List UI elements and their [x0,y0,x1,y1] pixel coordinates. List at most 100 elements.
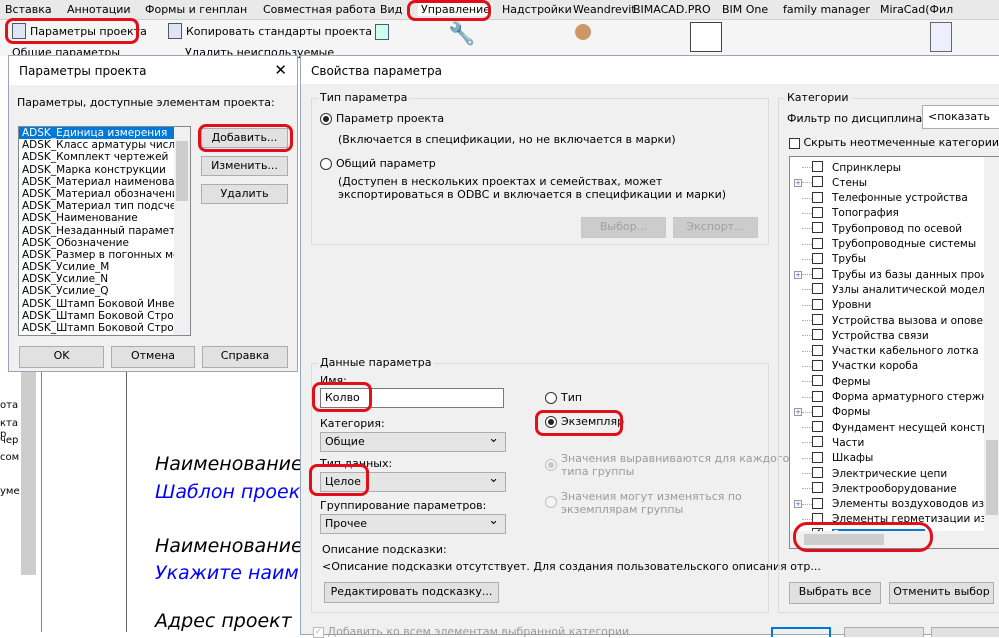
param-list-item[interactable]: ADSK_Незаданный параметр [19,225,174,237]
expand-icon[interactable]: + [794,178,802,187]
browser-item[interactable]: уме [0,486,20,497]
category-checkbox[interactable] [812,222,823,234]
param-list-item[interactable]: ADSK_Штамп Боковой Инвента [19,298,174,310]
categories-tree[interactable]: Спринклеры + Стены Телефонные устройства Топ… [789,156,999,549]
browser-scrollbar[interactable] [21,370,36,575]
param-list-item[interactable]: ADSK_Обозначение [19,237,174,249]
category-checkbox[interactable] [812,237,823,249]
param-list-item[interactable]: ADSK_Усилие_M [19,261,174,273]
vary-radio[interactable] [545,496,557,508]
cancel-button[interactable]: Отмена [111,346,195,368]
grouping-select[interactable]: Прочее [320,513,506,534]
deselect-button[interactable]: Отменить выбор [889,582,994,604]
tab-item[interactable]: BIM One [722,3,768,16]
shared-param-radio[interactable] [320,158,332,170]
ribbon-tabs: Вставка Аннотации Формы и генплан Совместна… [0,0,999,20]
param-list-item[interactable]: ADSK_Усилие_N [19,273,174,285]
category-label: Трубопровод по осевой [832,222,963,235]
cancel-button[interactable] [844,627,924,637]
list-scrollbar[interactable] [174,127,190,335]
help-button[interactable]: Справка [202,346,288,368]
expand-icon[interactable]: + [794,408,802,417]
param-list-item[interactable]: ADSK_Материал наименование [19,176,174,188]
tab-item[interactable]: Совместная работа [263,3,376,16]
browser-item[interactable]: сомг [0,452,20,463]
tab-item[interactable]: Weandrevit [573,3,636,16]
expand-icon[interactable]: + [794,500,802,509]
category-checkbox[interactable] [812,344,823,356]
delete-button[interactable]: Удалить [201,184,288,204]
param-list-item[interactable]: ADSK_Класс арматуры число [19,139,174,151]
list-icon[interactable] [690,22,722,52]
tab-item[interactable]: MiraCad(Фил [880,3,953,16]
category-checkbox[interactable] [812,298,823,310]
category-select[interactable]: Общие [320,431,506,452]
category-checkbox[interactable] [812,375,823,387]
category-checkbox[interactable] [812,329,823,341]
filter-select[interactable]: <показать [922,105,999,129]
tab-item[interactable]: Формы и генплан [145,3,247,16]
tab-item[interactable]: Вставка [5,3,52,16]
hide-unchecked-checkbox[interactable]: Скрыть неотмеченные категории [789,136,999,149]
category-checkbox[interactable] [812,161,823,172]
tab-item[interactable]: BIMACAD.PRO [633,3,711,16]
close-icon[interactable]: ✕ [274,61,287,79]
ok-button[interactable] [771,627,831,637]
wrench-icon[interactable]: 🔧 [448,22,475,47]
document-icon[interactable] [930,22,952,52]
location-icon[interactable] [575,24,591,40]
tab-item[interactable]: family manager [783,3,870,16]
shared-param-label: Общий параметр [336,157,436,170]
type-radio[interactable] [545,392,557,404]
tree-vscrollbar[interactable] [984,157,999,532]
category-checkbox[interactable] [812,436,823,448]
category-checkbox[interactable] [812,252,823,264]
category-checkbox[interactable] [812,206,823,218]
copy-standards-button[interactable]: Копировать стандарты проекта [168,23,372,39]
edit-button[interactable]: Изменить... [201,156,288,176]
category-label: Категория: [320,417,385,430]
help-button[interactable] [931,627,999,637]
shared-param-desc: (Доступен в нескольких проектах и семейс… [338,175,663,188]
category-checkbox[interactable] [812,497,823,509]
category-checkbox[interactable] [812,314,823,325]
category-checkbox[interactable] [812,268,823,280]
category-checkbox[interactable] [812,283,823,295]
browser-item[interactable]: чер [0,435,18,446]
param-list-item[interactable]: ADSK_Размер в погонных метра [19,249,174,261]
category-checkbox[interactable] [812,421,823,433]
schedule-icon[interactable] [375,24,389,40]
param-list-item[interactable]: ADSK_Штамп Боковой Строка 2 [19,322,174,334]
aligned-radio[interactable] [545,459,557,471]
select-all-button[interactable]: Выбрать все [789,582,881,604]
tab-item[interactable]: Аннотации [67,3,131,16]
category-checkbox[interactable] [812,191,823,203]
category-checkbox[interactable] [812,359,823,371]
category-checkbox[interactable] [812,390,823,402]
expand-icon[interactable]: + [794,270,802,279]
tab-item[interactable]: Надстройки [502,3,572,16]
category-checkbox[interactable] [812,467,823,478]
select-button[interactable]: Выбор... [581,217,666,238]
param-list-item[interactable]: ADSK_Марка конструкции [19,164,174,176]
param-list-item[interactable]: ADSK_Материал обозначение [19,188,174,200]
category-checkbox[interactable] [812,405,823,417]
project-param-radio[interactable] [320,113,332,125]
export-button[interactable]: Экспорт... [673,217,758,238]
param-list-item[interactable]: ADSK_Штамп Боковой Строка 1 [19,310,174,322]
ok-button[interactable]: OK [19,346,104,368]
category-label: Трубы [832,253,867,266]
param-list-item[interactable]: ADSK_Усилие_Q [19,285,174,297]
param-list-item[interactable]: ADSK_Наименование [19,212,174,224]
browser-item[interactable]: ота [0,400,18,411]
category-checkbox[interactable] [812,176,823,188]
tab-item[interactable]: Вид [380,3,402,16]
param-list-item[interactable]: ADSK_Комплект чертежей [19,151,174,163]
category-checkbox[interactable] [812,451,823,463]
param-list-item[interactable]: ADSK_Материал тип подсчета [19,200,174,212]
category-checkbox[interactable] [812,482,823,494]
param-list-item[interactable]: ADSK_Единица измерения [19,127,174,140]
edit-tooltip-button[interactable]: Редактировать подсказку... [324,582,499,603]
params-list[interactable]: ADSK_Единица измерения ADSK_Класс арматур… [18,126,191,336]
drawing-text: Адрес проект [155,610,292,632]
